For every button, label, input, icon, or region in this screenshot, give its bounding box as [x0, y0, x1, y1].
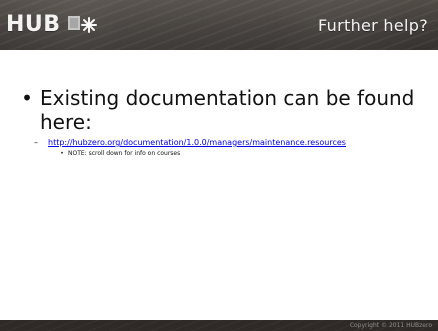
slide: HUB Further help? • Existing documentati… [0, 0, 438, 331]
documentation-link[interactable]: http://hubzero.org/documentation/1.0.0/m… [48, 138, 346, 147]
section-title: Further help? [318, 16, 428, 35]
logo: HUB [6, 10, 101, 40]
sub-sub-bullet: • NOTE: scroll down for info on courses [18, 150, 428, 158]
bullet-icon: • [21, 86, 33, 110]
dash-icon: – [34, 138, 38, 147]
logo-text: HUB [6, 12, 61, 37]
hub-logo-icon [67, 16, 97, 33]
note-text: NOTE: scroll down for info on courses [68, 150, 181, 157]
primary-bullet: • Existing documentation can be found he… [18, 86, 428, 134]
main-content: • Existing documentation can be found he… [18, 86, 428, 158]
footer-copyright: Copyright © 2011 HUBzero [349, 322, 432, 329]
sub-bullet: – http://hubzero.org/documentation/1.0.0… [18, 138, 428, 148]
small-bullet-icon: • [60, 150, 64, 157]
bullet-text: Existing documentation can be found here… [40, 86, 415, 134]
header-bar: HUB Further help? [0, 0, 438, 50]
footer-bar: Copyright © 2011 HUBzero [0, 320, 438, 331]
